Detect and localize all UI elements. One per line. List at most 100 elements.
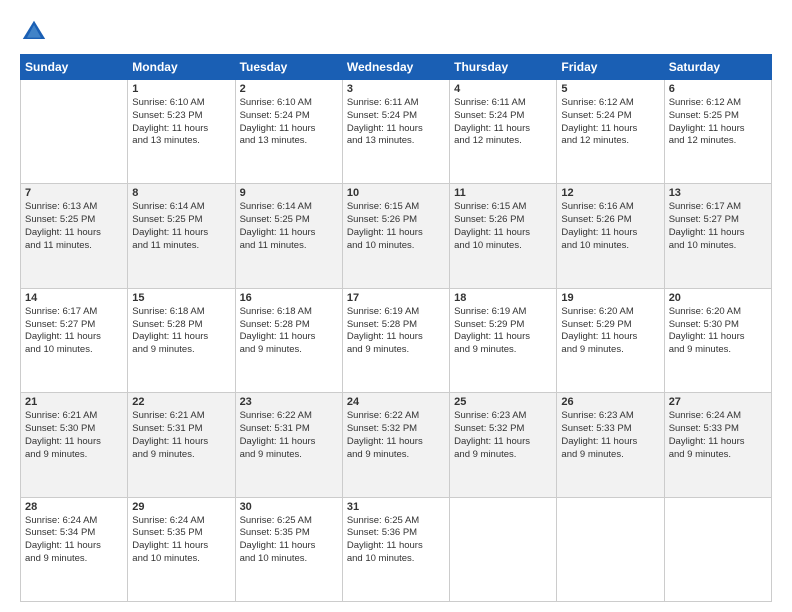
day-info: Sunrise: 6:24 AM Sunset: 5:33 PM Dayligh… (669, 410, 767, 461)
calendar-cell: 9 Sunrise: 6:14 AM Sunset: 5:25 PM Daylig… (235, 184, 342, 288)
calendar-cell: 12 Sunrise: 6:16 AM Sunset: 5:26 PM Dayli… (557, 184, 664, 288)
calendar-cell: 22 Sunrise: 6:21 AM Sunset: 5:31 PM Dayli… (128, 393, 235, 497)
day-info: Sunrise: 6:11 AM Sunset: 5:24 PM Dayligh… (454, 97, 552, 148)
day-number: 10 (347, 187, 445, 199)
weekday-friday: Friday (557, 55, 664, 80)
page: SundayMondayTuesdayWednesdayThursdayFrid… (0, 0, 792, 612)
day-info: Sunrise: 6:23 AM Sunset: 5:32 PM Dayligh… (454, 410, 552, 461)
calendar-cell: 27 Sunrise: 6:24 AM Sunset: 5:33 PM Dayli… (664, 393, 771, 497)
calendar-week-4: 21 Sunrise: 6:21 AM Sunset: 5:30 PM Dayli… (21, 393, 772, 497)
day-info: Sunrise: 6:13 AM Sunset: 5:25 PM Dayligh… (25, 201, 123, 252)
day-number: 22 (132, 396, 230, 408)
weekday-thursday: Thursday (450, 55, 557, 80)
day-number: 12 (561, 187, 659, 199)
day-info: Sunrise: 6:21 AM Sunset: 5:30 PM Dayligh… (25, 410, 123, 461)
calendar-cell: 25 Sunrise: 6:23 AM Sunset: 5:32 PM Dayli… (450, 393, 557, 497)
calendar-cell: 2Sunrise: 6:10 AM Sunset: 5:24 PM Daylig… (235, 80, 342, 184)
calendar-cell: 14 Sunrise: 6:17 AM Sunset: 5:27 PM Dayli… (21, 288, 128, 392)
weekday-monday: Monday (128, 55, 235, 80)
logo-icon (20, 18, 48, 46)
calendar-cell: 29 Sunrise: 6:24 AM Sunset: 5:35 PM Dayli… (128, 497, 235, 601)
calendar-cell: 17 Sunrise: 6:19 AM Sunset: 5:28 PM Dayli… (342, 288, 449, 392)
day-number: 23 (240, 396, 338, 408)
day-number: 5 (561, 83, 659, 95)
day-number: 27 (669, 396, 767, 408)
calendar-cell: 15Sunrise: 6:18 AM Sunset: 5:28 PM Dayli… (128, 288, 235, 392)
header (20, 18, 772, 46)
day-number: 29 (132, 501, 230, 513)
calendar-cell (450, 497, 557, 601)
calendar-cell (664, 497, 771, 601)
calendar-cell: 11Sunrise: 6:15 AM Sunset: 5:26 PM Dayli… (450, 184, 557, 288)
day-number: 6 (669, 83, 767, 95)
day-info: Sunrise: 6:15 AM Sunset: 5:26 PM Dayligh… (454, 201, 552, 252)
day-info: Sunrise: 6:19 AM Sunset: 5:29 PM Dayligh… (454, 306, 552, 357)
day-info: Sunrise: 6:17 AM Sunset: 5:27 PM Dayligh… (25, 306, 123, 357)
day-number: 18 (454, 292, 552, 304)
calendar-cell (557, 497, 664, 601)
calendar-cell: 23Sunrise: 6:22 AM Sunset: 5:31 PM Dayli… (235, 393, 342, 497)
day-number: 4 (454, 83, 552, 95)
day-info: Sunrise: 6:21 AM Sunset: 5:31 PM Dayligh… (132, 410, 230, 461)
calendar-week-2: 7 Sunrise: 6:13 AM Sunset: 5:25 PM Daylig… (21, 184, 772, 288)
calendar-cell: 30 Sunrise: 6:25 AM Sunset: 5:35 PM Dayli… (235, 497, 342, 601)
day-info: Sunrise: 6:16 AM Sunset: 5:26 PM Dayligh… (561, 201, 659, 252)
weekday-tuesday: Tuesday (235, 55, 342, 80)
calendar-cell: 19Sunrise: 6:20 AM Sunset: 5:29 PM Dayli… (557, 288, 664, 392)
day-info: Sunrise: 6:19 AM Sunset: 5:28 PM Dayligh… (347, 306, 445, 357)
weekday-saturday: Saturday (664, 55, 771, 80)
day-info: Sunrise: 6:22 AM Sunset: 5:32 PM Dayligh… (347, 410, 445, 461)
day-number: 20 (669, 292, 767, 304)
calendar-cell: 4 Sunrise: 6:11 AM Sunset: 5:24 PM Daylig… (450, 80, 557, 184)
day-number: 21 (25, 396, 123, 408)
calendar-cell (21, 80, 128, 184)
calendar-table: SundayMondayTuesdayWednesdayThursdayFrid… (20, 54, 772, 602)
day-info: Sunrise: 6:18 AM Sunset: 5:28 PM Dayligh… (132, 306, 230, 357)
day-number: 28 (25, 501, 123, 513)
day-info: Sunrise: 6:24 AM Sunset: 5:35 PM Dayligh… (132, 515, 230, 566)
day-number: 19 (561, 292, 659, 304)
day-number: 17 (347, 292, 445, 304)
calendar-cell: 24 Sunrise: 6:22 AM Sunset: 5:32 PM Dayli… (342, 393, 449, 497)
day-info: Sunrise: 6:17 AM Sunset: 5:27 PM Dayligh… (669, 201, 767, 252)
day-number: 13 (669, 187, 767, 199)
day-info: Sunrise: 6:10 AM Sunset: 5:23 PM Dayligh… (132, 97, 230, 148)
day-number: 14 (25, 292, 123, 304)
day-number: 7 (25, 187, 123, 199)
calendar-cell: 16 Sunrise: 6:18 AM Sunset: 5:28 PM Dayli… (235, 288, 342, 392)
day-number: 3 (347, 83, 445, 95)
calendar-cell: 20 Sunrise: 6:20 AM Sunset: 5:30 PM Dayli… (664, 288, 771, 392)
calendar-cell: 21 Sunrise: 6:21 AM Sunset: 5:30 PM Dayli… (21, 393, 128, 497)
day-info: Sunrise: 6:14 AM Sunset: 5:25 PM Dayligh… (240, 201, 338, 252)
day-info: Sunrise: 6:12 AM Sunset: 5:24 PM Dayligh… (561, 97, 659, 148)
day-info: Sunrise: 6:23 AM Sunset: 5:33 PM Dayligh… (561, 410, 659, 461)
weekday-wednesday: Wednesday (342, 55, 449, 80)
day-number: 9 (240, 187, 338, 199)
calendar-week-3: 14 Sunrise: 6:17 AM Sunset: 5:27 PM Dayli… (21, 288, 772, 392)
day-info: Sunrise: 6:20 AM Sunset: 5:30 PM Dayligh… (669, 306, 767, 357)
calendar-cell: 1Sunrise: 6:10 AM Sunset: 5:23 PM Daylig… (128, 80, 235, 184)
day-info: Sunrise: 6:18 AM Sunset: 5:28 PM Dayligh… (240, 306, 338, 357)
calendar-cell: 8Sunrise: 6:14 AM Sunset: 5:25 PM Daylig… (128, 184, 235, 288)
day-number: 30 (240, 501, 338, 513)
day-number: 31 (347, 501, 445, 513)
day-info: Sunrise: 6:14 AM Sunset: 5:25 PM Dayligh… (132, 201, 230, 252)
day-number: 25 (454, 396, 552, 408)
day-number: 24 (347, 396, 445, 408)
day-info: Sunrise: 6:15 AM Sunset: 5:26 PM Dayligh… (347, 201, 445, 252)
calendar-cell: 31 Sunrise: 6:25 AM Sunset: 5:36 PM Dayli… (342, 497, 449, 601)
calendar-cell: 6Sunrise: 6:12 AM Sunset: 5:25 PM Daylig… (664, 80, 771, 184)
calendar-cell: 3Sunrise: 6:11 AM Sunset: 5:24 PM Daylig… (342, 80, 449, 184)
calendar-cell: 10 Sunrise: 6:15 AM Sunset: 5:26 PM Dayli… (342, 184, 449, 288)
day-number: 16 (240, 292, 338, 304)
calendar-cell: 28 Sunrise: 6:24 AM Sunset: 5:34 PM Dayli… (21, 497, 128, 601)
day-info: Sunrise: 6:25 AM Sunset: 5:36 PM Dayligh… (347, 515, 445, 566)
calendar-cell: 5 Sunrise: 6:12 AM Sunset: 5:24 PM Daylig… (557, 80, 664, 184)
day-info: Sunrise: 6:24 AM Sunset: 5:34 PM Dayligh… (25, 515, 123, 566)
logo (20, 18, 52, 46)
weekday-sunday: Sunday (21, 55, 128, 80)
calendar-cell: 13 Sunrise: 6:17 AM Sunset: 5:27 PM Dayli… (664, 184, 771, 288)
day-info: Sunrise: 6:25 AM Sunset: 5:35 PM Dayligh… (240, 515, 338, 566)
weekday-header-row: SundayMondayTuesdayWednesdayThursdayFrid… (21, 55, 772, 80)
calendar-week-5: 28 Sunrise: 6:24 AM Sunset: 5:34 PM Dayli… (21, 497, 772, 601)
